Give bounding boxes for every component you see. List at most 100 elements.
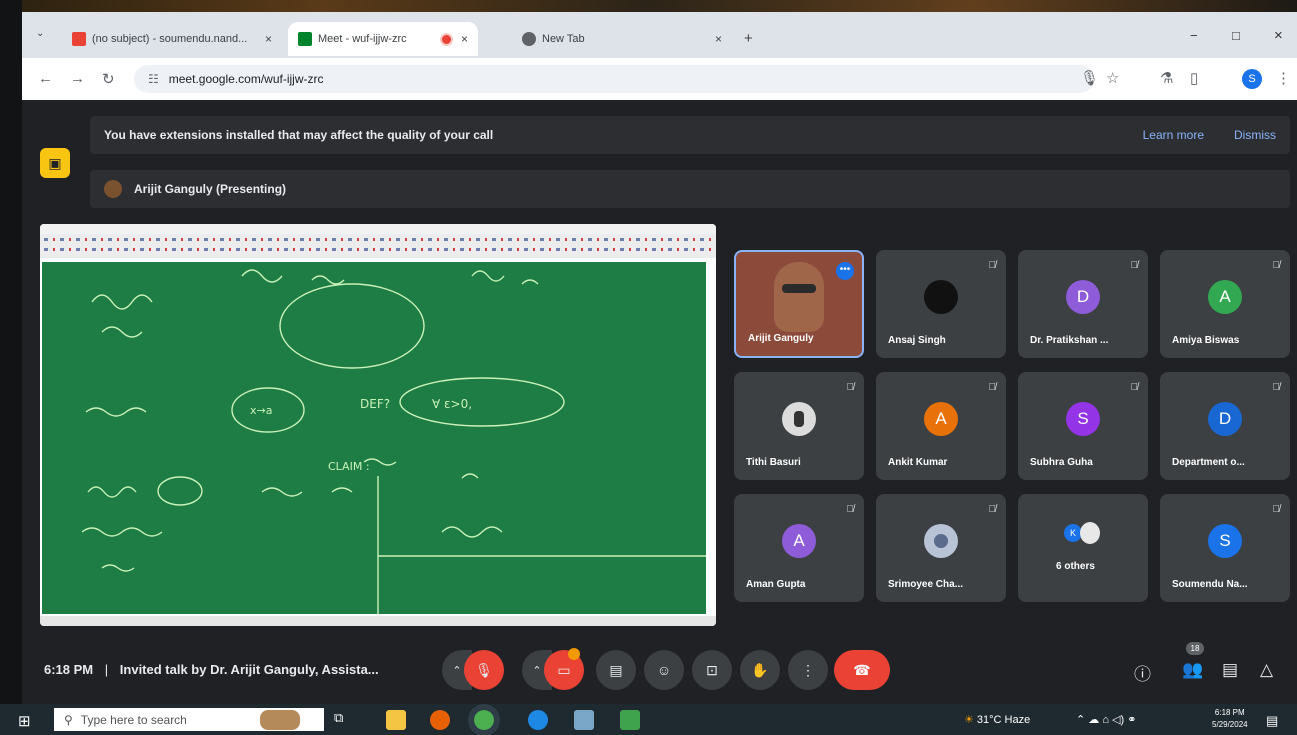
back-icon[interactable]: ← xyxy=(38,70,53,87)
tab-new-tab[interactable]: New Tab × xyxy=(512,22,732,56)
participant-tile[interactable]: 🎙̸ Srimoyee Cha... xyxy=(876,494,1006,602)
participant-tile[interactable]: 🎙̸ Ansaj Singh xyxy=(876,250,1006,358)
mic-off-icon: 🎙̸ xyxy=(846,504,855,515)
more-options-button[interactable]: ⋮ xyxy=(788,650,828,690)
taskbar-date: 5/29/2024 xyxy=(1212,720,1248,729)
recording-icon xyxy=(439,32,453,46)
participant-tile-self[interactable]: 🎙̸ S Soumendu Na... xyxy=(1160,494,1290,602)
browser-menu-icon[interactable]: ⋮ xyxy=(1276,69,1291,87)
captions-button[interactable]: ▤ xyxy=(596,650,636,690)
ink-scribble-5 xyxy=(85,407,147,417)
dismiss-button[interactable]: Dismiss xyxy=(1234,128,1276,142)
learn-more-link[interactable]: Learn more xyxy=(1143,128,1204,142)
participant-tile[interactable]: 🎙̸ D Dr. Pratikshan ... xyxy=(1018,250,1148,358)
windows-start-icon[interactable]: ⊞ xyxy=(18,712,31,730)
avatar: A xyxy=(924,402,958,436)
side-panel-icon[interactable]: ▯ xyxy=(1190,69,1198,87)
shared-app-toolbar xyxy=(40,234,716,258)
mic-off-icon: 🎙̸ xyxy=(988,260,997,271)
companion-side-button[interactable]: ▣ xyxy=(40,148,70,178)
chat-icon[interactable]: ▤ xyxy=(1222,660,1238,680)
handwriting-layer: CLAIM : DEF? ∀ ε>0, x→a xyxy=(81,269,706,614)
participant-tile[interactable]: 🎙̸ A Ankit Kumar xyxy=(876,372,1006,480)
board-text-claim: CLAIM : xyxy=(328,460,370,473)
tab-close-icon[interactable]: × xyxy=(715,32,722,46)
paint-icon[interactable] xyxy=(574,710,594,730)
presenting-bar: Arijit Ganguly (Presenting) xyxy=(90,170,1290,208)
avatar: A xyxy=(1208,280,1242,314)
avatar: D xyxy=(1208,402,1242,436)
tab-meet[interactable]: Meet - wuf-ijjw-zrc × xyxy=(288,22,478,56)
minimize-button[interactable]: − xyxy=(1190,28,1198,43)
mic-in-use-icon[interactable]: 🎙 xyxy=(1080,69,1099,87)
participant-tile[interactable]: 🎙̸ S Subhra Guha xyxy=(1018,372,1148,480)
participant-tile-others[interactable]: K 6 others xyxy=(1018,494,1148,602)
ink-ellipse-small xyxy=(157,476,203,506)
raise-hand-button[interactable]: ✋ xyxy=(740,650,780,690)
tab-title: Meet - wuf-ijjw-zrc xyxy=(318,33,407,45)
avatar: A xyxy=(782,524,816,558)
meeting-details-icon[interactable]: ⓘ xyxy=(1134,660,1151,685)
close-window-button[interactable]: × xyxy=(1274,27,1283,44)
participant-name: Soumendu Na... xyxy=(1172,579,1248,590)
firefox-icon[interactable] xyxy=(430,710,450,730)
windows-taskbar: ⊞ ⚲ Type here to search ⧉ ☀ 31°C Haze ⌃ … xyxy=(0,704,1297,735)
bookmark-star-icon[interactable]: ☆ xyxy=(1106,69,1119,87)
camera-off-icon: ▭ xyxy=(557,661,571,678)
ink-ellipse-limit xyxy=(279,283,425,369)
search-placeholder: Type here to search xyxy=(80,712,187,727)
edge-icon[interactable] xyxy=(528,710,548,730)
participant-name: Dr. Pratikshan ... xyxy=(1030,335,1109,346)
site-info-icon[interactable]: ☷ xyxy=(148,72,159,86)
tab-gmail[interactable]: (no subject) - soumendu.nand... × xyxy=(62,22,282,56)
weather-widget[interactable]: ☀ 31°C Haze xyxy=(964,713,1030,726)
extension-icon[interactable]: ⚗ xyxy=(1160,69,1173,87)
shared-app-menubar xyxy=(40,224,716,234)
people-icon[interactable]: 👥 xyxy=(1182,660,1203,680)
task-view-icon[interactable]: ⧉ xyxy=(334,710,354,730)
mic-toggle-button[interactable]: 🎙 xyxy=(464,650,504,690)
meet-icon xyxy=(298,32,312,46)
mic-off-icon: 🎙 xyxy=(475,661,493,678)
system-tray-icons[interactable]: ⌃ ☁ ⌂ ◁) ⚭ xyxy=(1076,713,1136,726)
address-bar-row: ← → ↻ ☷ meet.google.com/wuf-ijjw-zrc 🎙 ☆… xyxy=(22,58,1297,101)
whiteboard-app-icon[interactable] xyxy=(620,710,640,730)
forward-icon[interactable]: → xyxy=(70,70,85,87)
leave-call-button[interactable]: ☎ xyxy=(834,650,890,690)
taskbar-clock[interactable]: 6:18 PM 5/29/2024 xyxy=(1212,707,1248,731)
reactions-button[interactable]: ☺ xyxy=(644,650,684,690)
mic-off-icon: 🎙̸ xyxy=(846,382,855,393)
tab-close-icon[interactable]: × xyxy=(461,32,468,46)
participant-tile[interactable]: 🎙̸ A Amiya Biswas xyxy=(1160,250,1290,358)
tab-close-icon[interactable]: × xyxy=(265,32,272,46)
participant-name: Ankit Kumar xyxy=(888,457,948,468)
participant-name: Aman Gupta xyxy=(746,579,806,590)
meeting-title: Invited talk by Dr. Arijit Ganguly, Assi… xyxy=(119,662,379,677)
participant-tile-arijit[interactable]: ••• Arijit Ganguly xyxy=(734,250,864,358)
reload-icon[interactable]: ↻ xyxy=(102,70,115,88)
emoji-icon: ☺ xyxy=(656,662,672,678)
tab-search-chevron-icon[interactable]: ⌄ xyxy=(36,28,44,39)
participant-tile[interactable]: 🎙̸ Tithi Basuri xyxy=(734,372,864,480)
file-explorer-icon[interactable] xyxy=(386,710,406,730)
profile-avatar[interactable]: S xyxy=(1242,69,1262,89)
participant-tile[interactable]: 🎙̸ A Aman Gupta xyxy=(734,494,864,602)
notification-icon[interactable]: ▤ xyxy=(1266,713,1278,729)
maximize-button[interactable]: □ xyxy=(1232,28,1240,43)
screen-share-icon: ▣ xyxy=(48,154,62,171)
activities-icon[interactable]: △ xyxy=(1260,660,1273,680)
ink-scribble-8 xyxy=(441,526,503,538)
chrome-taskbar-icon[interactable] xyxy=(468,704,500,735)
desktop-left-edge xyxy=(0,0,22,735)
participant-tile[interactable]: 🎙̸ D Department o... xyxy=(1160,372,1290,480)
shared-screen[interactable]: CLAIM : DEF? ∀ ε>0, x→a xyxy=(40,224,716,626)
people-count-badge: 18 xyxy=(1186,642,1204,655)
present-button[interactable]: ⊡ xyxy=(692,650,732,690)
hand-icon: ✋ xyxy=(751,661,769,678)
ink-scribble-7 xyxy=(81,527,163,537)
new-tab-button[interactable]: + xyxy=(744,30,753,47)
participant-name: Subhra Guha xyxy=(1030,457,1093,468)
more-options-icon[interactable]: ••• xyxy=(836,262,854,280)
url-field[interactable]: ☷ meet.google.com/wuf-ijjw-zrc xyxy=(134,65,1094,93)
camera-warning-badge xyxy=(568,648,580,660)
